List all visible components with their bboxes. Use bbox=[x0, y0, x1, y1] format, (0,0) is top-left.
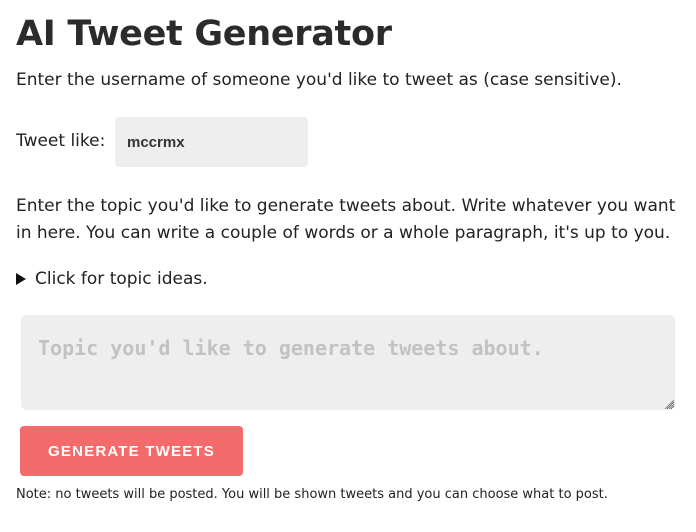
tweet-like-label: Tweet like: bbox=[16, 131, 106, 151]
topic-textarea[interactable] bbox=[21, 315, 675, 410]
topic-ideas-toggle[interactable]: Click for topic ideas. bbox=[16, 267, 208, 291]
topic-ideas-label: Click for topic ideas. bbox=[35, 269, 208, 289]
footer-note: Note: no tweets will be posted. You will… bbox=[16, 487, 608, 502]
username-input[interactable] bbox=[115, 117, 308, 167]
page-title: AI Tweet Generator bbox=[16, 14, 392, 54]
generate-tweets-button[interactable]: GENERATE TWEETS bbox=[20, 426, 243, 476]
disclosure-triangle-icon bbox=[16, 273, 26, 285]
topic-instructions: Enter the topic you'd like to generate t… bbox=[16, 196, 676, 243]
username-instructions: Enter the username of someone you'd like… bbox=[16, 70, 622, 90]
